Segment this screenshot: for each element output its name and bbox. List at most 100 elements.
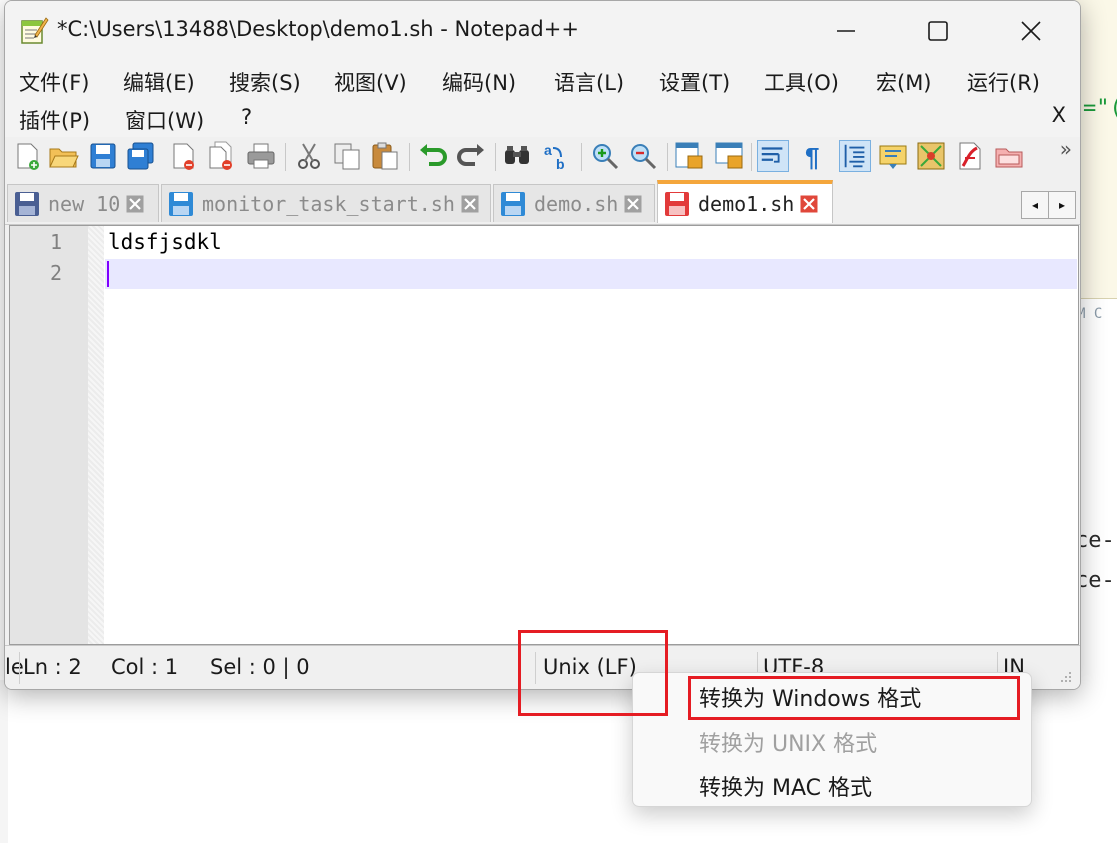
code-line[interactable]: ldsfjsdkl xyxy=(108,230,222,254)
menu-tools[interactable]: 工具(O) xyxy=(764,67,839,97)
saved-disk-icon xyxy=(169,191,193,216)
fold-margin xyxy=(88,226,104,644)
menu-window[interactable]: 窗口(W) xyxy=(125,105,204,135)
saved-disk-icon xyxy=(501,191,525,216)
tab-scroll-right-button[interactable]: ▸ xyxy=(1048,191,1076,219)
menu-search[interactable]: 搜索(S) xyxy=(229,67,301,97)
paste-icon[interactable] xyxy=(369,140,401,172)
open-file-icon[interactable] xyxy=(47,140,79,172)
close-window-button[interactable] xyxy=(1008,9,1054,53)
tab-demo-sh[interactable]: demo.sh xyxy=(493,184,655,222)
background-left-edge xyxy=(0,680,8,843)
menu-encoding[interactable]: 编码(N) xyxy=(442,67,516,97)
save-all-icon[interactable] xyxy=(125,140,157,172)
status-truncated-field: le xyxy=(5,655,24,679)
line-number: 1 xyxy=(49,230,62,254)
window-title: *C:\Users\13488\Desktop\demo1.sh - Notep… xyxy=(57,17,579,41)
menu-settings[interactable]: 设置(T) xyxy=(659,67,730,97)
folder-workspace-icon[interactable] xyxy=(993,140,1025,172)
undo-icon[interactable] xyxy=(417,140,449,172)
tab-label: new 10 xyxy=(48,191,121,216)
toolbar-separator xyxy=(285,143,286,171)
toolbar-separator xyxy=(581,143,582,171)
macro-record-icon[interactable] xyxy=(953,140,985,172)
tab-demo1-sh[interactable]: demo1.sh xyxy=(657,180,833,223)
toolbar-overflow-chevron[interactable]: » xyxy=(1060,137,1072,161)
print-icon[interactable] xyxy=(245,140,277,172)
word-wrap-icon[interactable] xyxy=(757,140,789,172)
replace-icon[interactable]: ab xyxy=(541,140,573,172)
tab-scroll-left-button[interactable]: ◂ xyxy=(1021,191,1049,219)
maximize-button[interactable] xyxy=(915,9,961,53)
close-all-icon[interactable] xyxy=(205,140,237,172)
unsaved-disk-icon xyxy=(665,191,689,216)
svg-text:b: b xyxy=(556,156,565,172)
tab-bar: new 10 monitor_task_start.sh demo.sh dem… xyxy=(5,178,1080,225)
saved-disk-icon xyxy=(15,191,39,216)
close-icon xyxy=(1021,21,1041,41)
new-file-icon[interactable] xyxy=(11,140,43,172)
minimize-button[interactable] xyxy=(823,9,869,53)
document-map-icon[interactable] xyxy=(877,140,909,172)
status-line: Ln : 2 xyxy=(23,655,82,679)
background-code-fragment: ="( xyxy=(1083,96,1117,121)
save-icon[interactable] xyxy=(87,140,119,172)
toolbar-separator xyxy=(495,143,496,171)
toolbar: ab ¶ » xyxy=(5,137,1080,177)
minimize-icon xyxy=(837,30,855,32)
close-document-x[interactable]: X xyxy=(1052,103,1066,127)
menu-macro[interactable]: 宏(M) xyxy=(876,67,932,97)
status-column: Col : 1 xyxy=(111,655,179,679)
find-icon[interactable] xyxy=(501,140,533,172)
tab-label: monitor_task_start.sh xyxy=(202,191,455,216)
svg-text:a: a xyxy=(544,142,552,158)
menu-file[interactable]: 文件(F) xyxy=(19,67,89,97)
editor-area[interactable]: 1 2 ldsfjsdkl xyxy=(9,225,1079,645)
tab-close-icon[interactable] xyxy=(126,195,144,213)
annotation-highlight-eol xyxy=(518,630,668,716)
line-number-gutter: 1 2 xyxy=(10,226,88,644)
tab-label: demo.sh xyxy=(534,191,619,216)
menu-help[interactable]: ? xyxy=(241,105,252,129)
background-app-header xyxy=(1075,0,1117,299)
tab-label: demo1.sh xyxy=(698,191,795,216)
title-bar[interactable]: *C:\Users\13488\Desktop\demo1.sh - Notep… xyxy=(5,1,1080,61)
show-all-characters-icon[interactable]: ¶ xyxy=(799,140,831,172)
tab-close-icon[interactable] xyxy=(624,195,642,213)
convert-mac-menu-item[interactable]: 转换为 MAC 格式 xyxy=(699,770,872,802)
status-divider xyxy=(19,652,20,684)
sync-vertical-icon[interactable] xyxy=(673,140,705,172)
indent-guide-icon[interactable] xyxy=(839,140,871,172)
background-app: ="( M C ce- ce- xyxy=(1075,0,1117,843)
function-list-icon[interactable] xyxy=(915,140,947,172)
tab-close-icon[interactable] xyxy=(461,195,479,213)
status-selection: Sel : 0 | 0 xyxy=(210,655,310,679)
cut-icon[interactable] xyxy=(293,140,325,172)
redo-icon[interactable] xyxy=(455,140,487,172)
zoom-in-icon[interactable] xyxy=(589,140,621,172)
close-file-icon[interactable] xyxy=(167,140,199,172)
tab-close-icon[interactable] xyxy=(800,195,818,213)
annotation-highlight-windows-item xyxy=(688,676,1020,720)
toolbar-separator xyxy=(667,143,668,171)
copy-icon[interactable] xyxy=(331,140,363,172)
sync-horizontal-icon[interactable] xyxy=(713,140,745,172)
notepad-window: *C:\Users\13488\Desktop\demo1.sh - Notep… xyxy=(4,0,1081,690)
line-number: 2 xyxy=(49,261,62,285)
menu-view[interactable]: 视图(V) xyxy=(334,67,407,97)
menu-run[interactable]: 运行(R) xyxy=(967,67,1040,97)
maximize-icon xyxy=(928,21,948,41)
menu-language[interactable]: 语言(L) xyxy=(554,67,624,97)
menu-edit[interactable]: 编辑(E) xyxy=(123,67,195,97)
current-line-highlight xyxy=(105,259,1077,289)
menu-bar: 文件(F) 编辑(E) 搜索(S) 视图(V) 编码(N) 语言(L) 设置(T… xyxy=(5,61,1080,137)
text-caret xyxy=(107,261,109,287)
zoom-out-icon[interactable] xyxy=(627,140,659,172)
notepad-plus-plus-icon xyxy=(21,17,49,44)
svg-text:¶: ¶ xyxy=(805,142,819,172)
tab-new-10[interactable]: new 10 xyxy=(7,184,159,222)
resize-grip-icon[interactable] xyxy=(1059,670,1073,684)
tab-monitor-task-start[interactable]: monitor_task_start.sh xyxy=(161,184,491,222)
toolbar-separator xyxy=(751,143,752,171)
menu-plugins[interactable]: 插件(P) xyxy=(19,105,90,135)
